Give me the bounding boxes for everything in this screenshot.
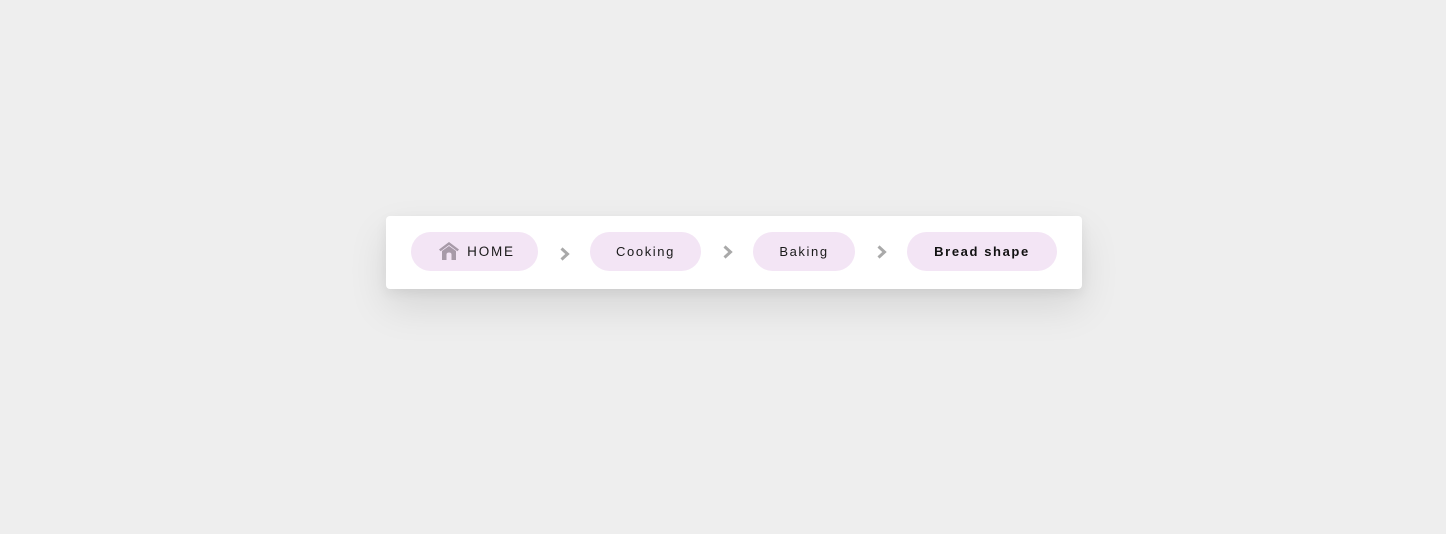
- breadcrumb: HOME Cooking Baking Bread shape: [386, 216, 1082, 289]
- breadcrumb-item-current: Bread shape: [907, 232, 1057, 271]
- breadcrumb-item-label: Baking: [779, 244, 829, 259]
- breadcrumb-item-home[interactable]: HOME: [411, 232, 538, 271]
- breadcrumb-item-label: Cooking: [616, 244, 675, 259]
- breadcrumb-item-label: Bread shape: [934, 244, 1030, 259]
- breadcrumb-item-baking[interactable]: Baking: [753, 232, 855, 271]
- chevron-right-icon: [722, 244, 734, 260]
- chevron-right-icon: [559, 246, 571, 262]
- home-icon: [438, 241, 460, 261]
- chevron-right-icon: [876, 244, 888, 260]
- breadcrumb-item-label: HOME: [467, 244, 515, 259]
- breadcrumb-item-cooking[interactable]: Cooking: [590, 232, 701, 271]
